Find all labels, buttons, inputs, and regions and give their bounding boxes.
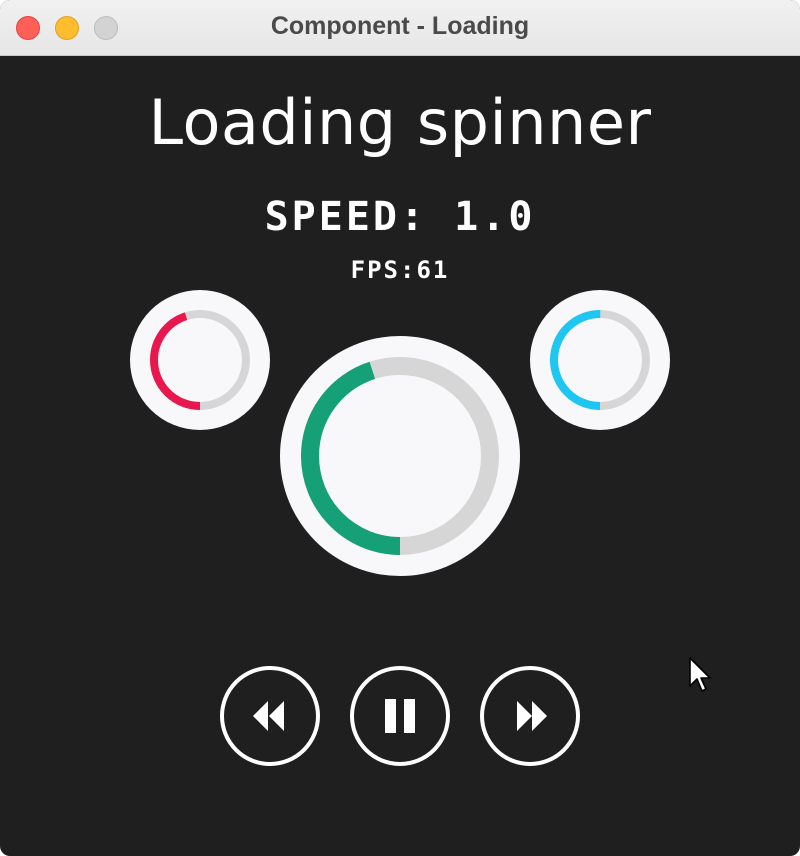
fast-forward-button[interactable] bbox=[480, 666, 580, 766]
page-title: Loading spinner bbox=[148, 86, 652, 159]
small-spinner-left bbox=[130, 290, 270, 430]
app-window: Component - Loading Loading spinner SPEE… bbox=[0, 0, 800, 856]
speed-readout: SPEED: 1.0 bbox=[264, 194, 536, 240]
small-spinner-right bbox=[530, 290, 670, 430]
mouse-pointer-icon bbox=[688, 656, 712, 698]
pause-icon bbox=[385, 699, 415, 733]
fast-forward-icon bbox=[517, 701, 547, 731]
pause-button[interactable] bbox=[350, 666, 450, 766]
window-title: Component - Loading bbox=[270, 12, 530, 40]
main-spinner bbox=[280, 336, 520, 576]
rewind-icon bbox=[253, 701, 284, 731]
title-bar: Component - Loading bbox=[0, 0, 800, 56]
content-area: Loading spinner SPEED: 1.0 FPS:61 bbox=[0, 56, 800, 856]
fps-readout: FPS:61 bbox=[350, 256, 450, 284]
rewind-button[interactable] bbox=[220, 666, 320, 766]
